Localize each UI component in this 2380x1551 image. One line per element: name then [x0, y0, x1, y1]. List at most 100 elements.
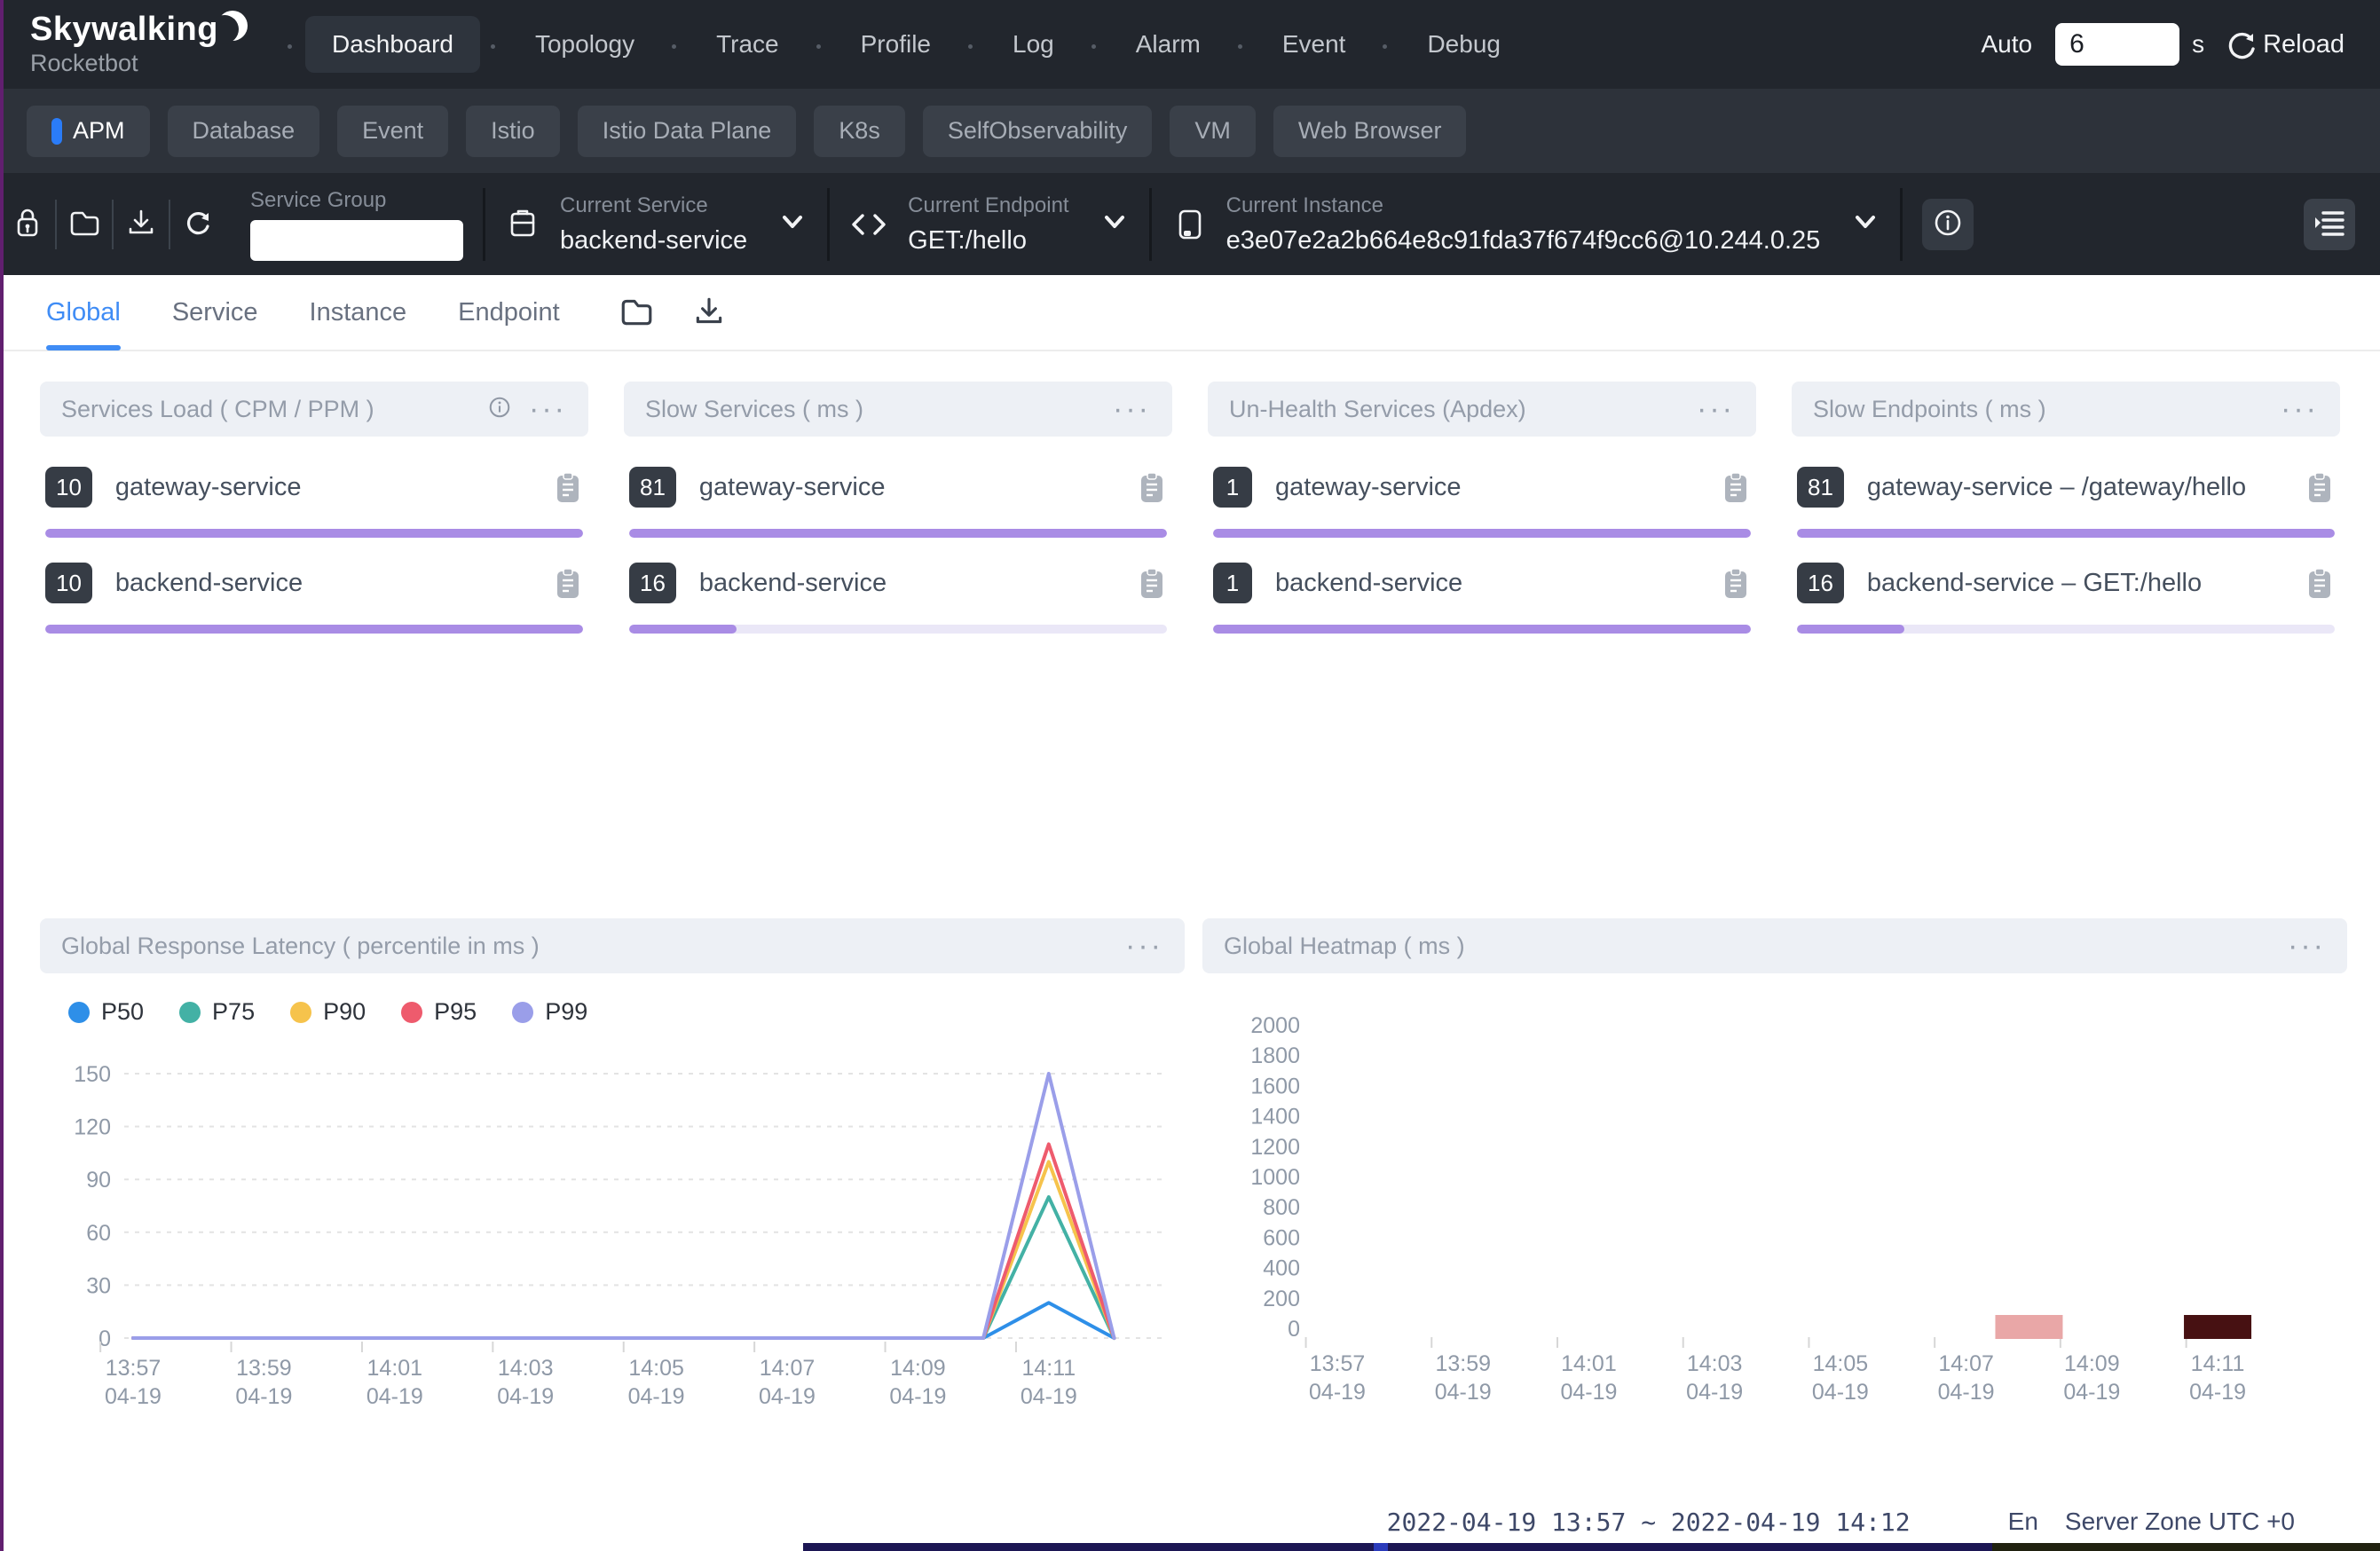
- sidebar-toggle-button[interactable]: [2304, 199, 2355, 250]
- svg-text:600: 600: [1263, 1225, 1300, 1250]
- copy-clipboard-icon[interactable]: [553, 469, 583, 505]
- copy-clipboard-icon[interactable]: [1137, 565, 1167, 601]
- reload-icon: [2224, 27, 2259, 62]
- svg-text:14:1104-19: 14:1104-19: [2189, 1351, 2246, 1405]
- auto-label: Auto: [1981, 30, 2032, 59]
- nav-item-alarm[interactable]: Alarm: [1109, 16, 1227, 73]
- chevron-down-icon: [777, 211, 808, 237]
- legend-item-p95[interactable]: P95: [401, 998, 477, 1026]
- tab-service[interactable]: Service: [172, 274, 258, 350]
- current-service-select[interactable]: Current Service backend-service: [505, 193, 808, 256]
- svg-text:14:0704-19: 14:0704-19: [1938, 1351, 1995, 1405]
- card-header: Un-Health Services (Apdex) ···: [1208, 382, 1756, 437]
- list-item[interactable]: 81 gateway-service – /gateway/hello: [1792, 467, 2340, 538]
- service-group-input[interactable]: [250, 220, 463, 261]
- svg-text:200: 200: [1263, 1287, 1300, 1311]
- legend-label: P75: [212, 998, 255, 1026]
- copy-clipboard-icon[interactable]: [1721, 469, 1751, 505]
- svg-text:1200: 1200: [1250, 1135, 1300, 1160]
- list-item[interactable]: 1 gateway-service: [1208, 467, 1756, 538]
- nav-item-dashboard[interactable]: Dashboard: [305, 16, 480, 73]
- legend-item-p50[interactable]: P50: [68, 998, 144, 1026]
- card-menu-icon[interactable]: ···: [1697, 400, 1735, 418]
- auto-interval-input[interactable]: [2055, 23, 2179, 66]
- card-menu-icon[interactable]: ···: [2288, 937, 2326, 955]
- list-item[interactable]: 81 gateway-service: [624, 467, 1172, 538]
- current-endpoint-value: GET:/hello: [908, 225, 1068, 256]
- reload-button[interactable]: Reload: [2224, 27, 2345, 62]
- progress-bar: [45, 625, 583, 634]
- refresh-button[interactable]: [170, 193, 225, 256]
- list-item[interactable]: 16 backend-service: [624, 563, 1172, 634]
- copy-clipboard-icon[interactable]: [553, 565, 583, 601]
- tab-instance[interactable]: Instance: [310, 274, 407, 350]
- language-selector[interactable]: En: [2008, 1508, 2038, 1536]
- nav-item-profile[interactable]: Profile: [834, 16, 958, 73]
- service-name: gateway-service: [1275, 473, 1462, 502]
- info-button[interactable]: [1922, 199, 1974, 250]
- footer-bar: 2022-04-19 13:57 ~ 2022-04-19 14:12 En S…: [0, 1500, 2380, 1544]
- list-item[interactable]: 16 backend-service – GET:/hello: [1792, 563, 2340, 634]
- svg-text:14:0104-19: 14:0104-19: [1560, 1351, 1617, 1405]
- current-endpoint-select[interactable]: Current Endpoint GET:/hello: [849, 193, 1129, 256]
- card-unhealth-services: Un-Health Services (Apdex) ··· 1 gateway…: [1208, 382, 1756, 634]
- nav-item-log[interactable]: Log: [986, 16, 1081, 73]
- svg-text:13:5704-19: 13:5704-19: [1309, 1351, 1366, 1405]
- legend-item-p90[interactable]: P90: [290, 998, 366, 1026]
- tab-endpoint[interactable]: Endpoint: [458, 274, 560, 350]
- legend-dot: [290, 1002, 311, 1023]
- nav-item-event[interactable]: Event: [1256, 16, 1373, 73]
- card-menu-icon[interactable]: ···: [1125, 937, 1163, 955]
- legend-label: P95: [434, 998, 477, 1026]
- legend-item-p75[interactable]: P75: [179, 998, 255, 1026]
- card-menu-icon[interactable]: ···: [2281, 400, 2319, 418]
- legend-item-p99[interactable]: P99: [512, 998, 587, 1026]
- dashtab-apm[interactable]: APM: [27, 106, 150, 157]
- dashtab-vm[interactable]: VM: [1170, 106, 1256, 157]
- progress-bar: [629, 529, 1167, 538]
- dashtab-web-browser[interactable]: Web Browser: [1273, 106, 1467, 157]
- copy-clipboard-icon[interactable]: [1137, 469, 1167, 505]
- folder-button-dark[interactable]: [619, 294, 654, 332]
- export-button-dark[interactable]: [691, 294, 727, 332]
- copy-clipboard-icon[interactable]: [2305, 565, 2335, 601]
- moon-icon: [217, 6, 252, 57]
- current-instance-select[interactable]: Current Instance e3e07e2a2b664e8c91fda37…: [1171, 193, 1881, 256]
- dashtab-database[interactable]: Database: [168, 106, 320, 157]
- card-title: Global Heatmap ( ms ): [1224, 933, 1465, 960]
- dashtab-istio[interactable]: Istio: [466, 106, 560, 157]
- folder-button[interactable]: [57, 193, 112, 256]
- dashtab-selfobservability[interactable]: SelfObservability: [923, 106, 1153, 157]
- time-range[interactable]: 2022-04-19 13:57 ~ 2022-04-19 14:12: [1387, 1508, 1911, 1537]
- copy-clipboard-icon[interactable]: [1721, 565, 1751, 601]
- lock-button[interactable]: [0, 193, 55, 256]
- current-service-label: Current Service: [560, 193, 747, 218]
- svg-text:800: 800: [1263, 1195, 1300, 1220]
- view-tabs: Global Service Instance Endpoint: [0, 275, 2380, 351]
- card-title: Services Load ( CPM / PPM ): [61, 396, 374, 423]
- dashtab-k8s[interactable]: K8s: [814, 106, 905, 157]
- server-zone[interactable]: Server Zone UTC +0: [2065, 1508, 2295, 1536]
- current-instance-label: Current Instance: [1226, 193, 1821, 218]
- dashtab-event[interactable]: Event: [337, 106, 448, 157]
- download-button[interactable]: [114, 193, 169, 256]
- main-nav: Dashboard Topology Trace Profile Log Ala…: [277, 16, 1527, 73]
- info-icon[interactable]: [486, 394, 513, 425]
- legend-dot: [179, 1002, 201, 1023]
- copy-clipboard-icon[interactable]: [2305, 469, 2335, 505]
- nav-item-debug[interactable]: Debug: [1400, 16, 1527, 73]
- chevron-down-icon: [1099, 211, 1130, 237]
- nav-item-trace[interactable]: Trace: [690, 16, 806, 73]
- folder-icon: [619, 294, 654, 332]
- dashtab-istio-data-plane[interactable]: Istio Data Plane: [578, 106, 797, 157]
- card-menu-icon[interactable]: ···: [529, 400, 567, 418]
- nav-item-topology[interactable]: Topology: [508, 16, 661, 73]
- code-brackets-icon: [849, 207, 888, 242]
- card-menu-icon[interactable]: ···: [1113, 400, 1151, 418]
- list-item[interactable]: 1 backend-service: [1208, 563, 1756, 634]
- list-item[interactable]: 10 backend-service: [40, 563, 588, 634]
- tab-global[interactable]: Global: [46, 274, 121, 350]
- list-item[interactable]: 10 gateway-service: [40, 467, 588, 538]
- legend-dot: [68, 1002, 90, 1023]
- svg-text:30: 30: [86, 1273, 111, 1298]
